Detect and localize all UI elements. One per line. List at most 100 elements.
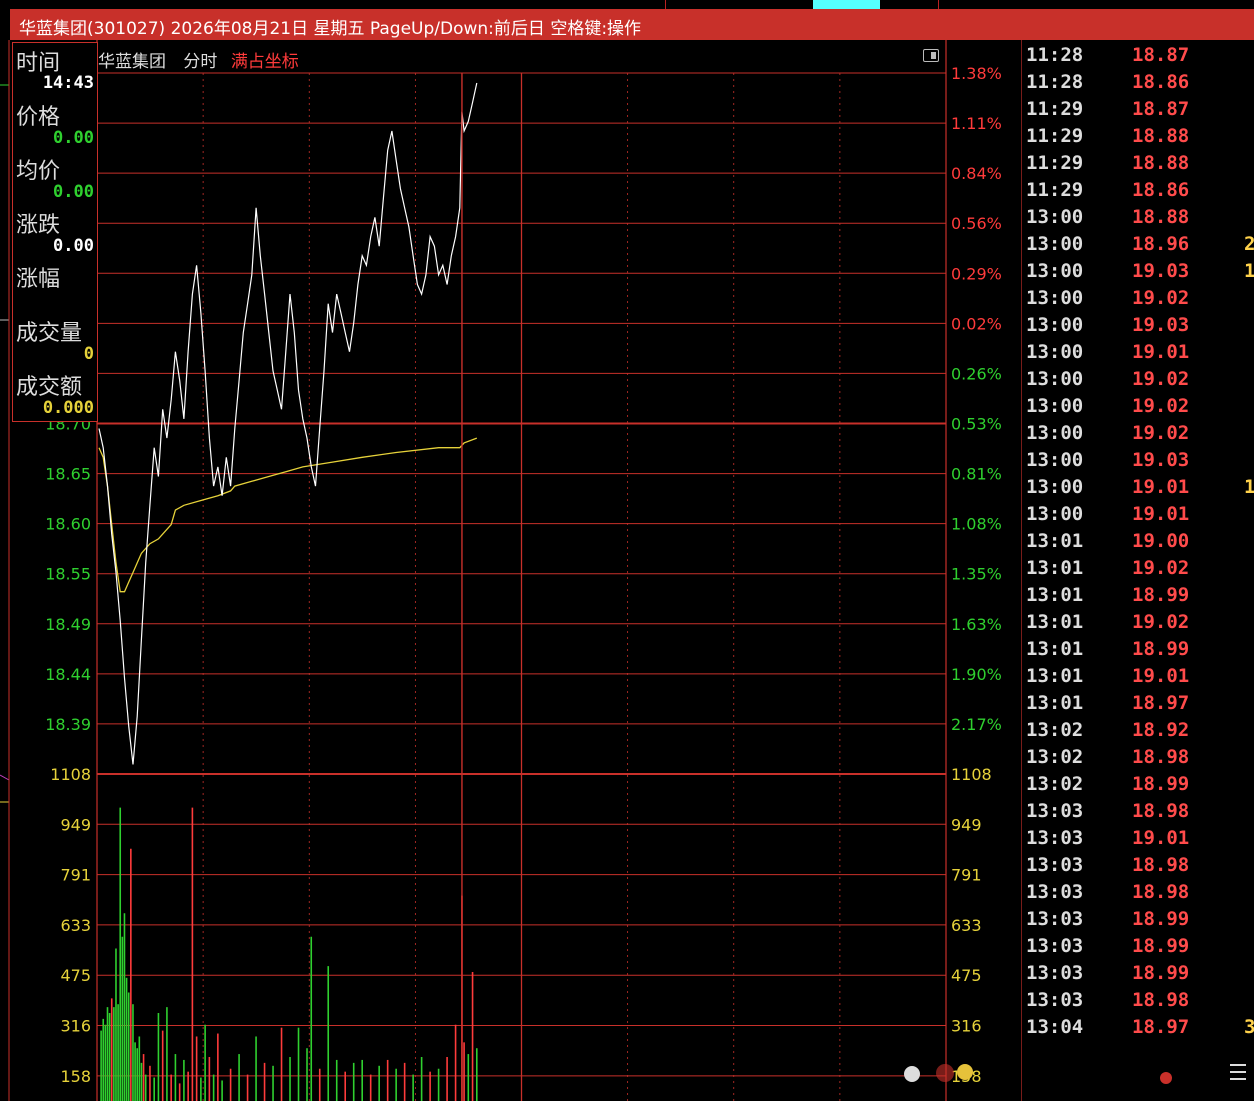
tick-price: 18.98 — [1132, 800, 1190, 822]
volume-tick-label: 949 — [951, 815, 982, 834]
tick-row: 13:03 18.98 — [1022, 798, 1254, 825]
status-icon[interactable] — [904, 1066, 920, 1082]
volume-tick-label: 475 — [951, 966, 982, 985]
volume-tick-label: 158 — [60, 1067, 91, 1086]
window-titlebar[interactable]: 华蓝集团(301027) 2026年08月21日 星期五 PageUp/Down… — [10, 9, 1254, 40]
coin-icon[interactable] — [957, 1064, 973, 1080]
tick-row: 13:00 19.01 — [1022, 501, 1254, 528]
tick-row: 13:02 18.98 — [1022, 744, 1254, 771]
tick-time: 13:03 — [1026, 989, 1084, 1011]
tick-row: 11:28 18.86 — [1022, 69, 1254, 96]
tick-time: 13:03 — [1026, 908, 1084, 930]
tick-volume: 1 — [1244, 260, 1254, 282]
pct-tick-label: 1.35% — [951, 565, 1002, 584]
tick-price: 19.03 — [1132, 260, 1190, 282]
tick-time: 13:01 — [1026, 611, 1084, 633]
menu-icon[interactable] — [1230, 1064, 1246, 1066]
tick-time: 13:00 — [1026, 287, 1084, 309]
price-tick-label: 18.60 — [45, 515, 91, 534]
tick-row: 13:03 18.98 — [1022, 987, 1254, 1014]
volume-tick-label: 633 — [951, 916, 982, 935]
tick-price: 19.03 — [1132, 314, 1190, 336]
tick-price: 18.99 — [1132, 638, 1190, 660]
menu-icon[interactable] — [1230, 1078, 1246, 1080]
tick-row: 11:29 18.87 — [1022, 96, 1254, 123]
tick-time: 13:02 — [1026, 746, 1084, 768]
tick-time: 11:28 — [1026, 71, 1084, 93]
tick-row: 13:00 18.88 — [1022, 204, 1254, 231]
tick-price: 19.00 — [1132, 530, 1190, 552]
tick-row: 13:00 19.02 — [1022, 285, 1254, 312]
tick-time: 13:01 — [1026, 530, 1084, 552]
tick-time: 13:00 — [1026, 395, 1084, 417]
pct-tick-label: 0.29% — [951, 264, 1002, 283]
tick-time: 13:00 — [1026, 341, 1084, 363]
tick-time: 13:00 — [1026, 314, 1084, 336]
tick-row: 13:01 18.99 — [1022, 582, 1254, 609]
chart-header: 华蓝集团 分时 满占坐标 — [98, 47, 299, 72]
tick-volume: 3 — [1244, 1016, 1254, 1038]
cursor-info-panel: 时间 14:43 价格 0.00 均价 0.00 涨跌 0.00 涨幅 成交量 … — [12, 42, 98, 422]
tick-price: 19.01 — [1132, 827, 1190, 849]
tick-volume: 2 — [1244, 233, 1254, 255]
tick-price: 18.98 — [1132, 989, 1190, 1011]
tick-row: 13:01 19.00 — [1022, 528, 1254, 555]
chart-grid — [96, 40, 1022, 1101]
tick-time: 13:03 — [1026, 827, 1084, 849]
tick-row: 13:00 19.02 — [1022, 366, 1254, 393]
pct-tick-label: 2.17% — [951, 715, 1002, 734]
tick-price: 18.98 — [1132, 854, 1190, 876]
tick-row: 13:00 19.02 — [1022, 393, 1254, 420]
tick-time: 11:29 — [1026, 179, 1084, 201]
tick-row: 11:29 18.88 — [1022, 123, 1254, 150]
time-value: 14:43 — [42, 73, 94, 93]
strip-divider — [938, 0, 939, 9]
active-indicator[interactable] — [813, 0, 880, 9]
coord-mode-label[interactable]: 满占坐标 — [231, 52, 299, 72]
price-tick-label: 18.39 — [45, 715, 91, 734]
tick-row: 13:01 19.01 — [1022, 663, 1254, 690]
tick-time: 13:01 — [1026, 557, 1084, 579]
tick-row: 11:29 18.86 — [1022, 177, 1254, 204]
pct-tick-label: 1.08% — [951, 515, 1002, 534]
intraday-chart[interactable]: 18.7018.6518.6018.5518.4918.4418.3911089… — [0, 40, 1022, 1101]
volume-tick-label: 316 — [60, 1017, 91, 1036]
menu-icon[interactable] — [1230, 1071, 1246, 1073]
tick-row: 13:01 19.02 — [1022, 609, 1254, 636]
tick-price: 19.01 — [1132, 341, 1190, 363]
pct-tick-label: 0.02% — [951, 314, 1002, 333]
tick-list[interactable]: 11:28 18.87 11:28 18.86 11:29 18.87 11:29 18.88… — [1022, 42, 1254, 1042]
tick-row: 13:01 18.97 — [1022, 690, 1254, 717]
alert-icon[interactable] — [1160, 1072, 1172, 1084]
pct-label: 涨幅 — [16, 267, 61, 292]
view-mode-tab[interactable]: 分时 — [183, 52, 217, 72]
bottom-toolbar — [904, 1064, 1246, 1084]
status-icon[interactable] — [936, 1064, 954, 1082]
pct-tick-label: 1.11% — [951, 114, 1002, 133]
volume-tick-label: 475 — [60, 966, 91, 985]
tick-time: 13:01 — [1026, 638, 1084, 660]
pct-tick-label: 0.81% — [951, 465, 1002, 484]
tick-row: 13:03 18.99 — [1022, 906, 1254, 933]
window-title: 华蓝集团(301027) 2026年08月21日 星期五 PageUp/Down… — [19, 19, 642, 39]
pct-tick-label: 0.53% — [951, 415, 1002, 434]
tick-time: 13:00 — [1026, 368, 1084, 390]
volume-tick-label: 1108 — [951, 765, 992, 784]
tick-price: 19.02 — [1132, 368, 1190, 390]
tick-price: 19.02 — [1132, 611, 1190, 633]
tick-price: 18.98 — [1132, 746, 1190, 768]
tick-price: 18.99 — [1132, 935, 1190, 957]
tick-price: 19.01 — [1132, 476, 1190, 498]
pct-axis-right: 1.38% 1.11% 0.84% 0.56% 0.29% 0.02% 0.26% 0.53%… — [951, 64, 1002, 1086]
change-label: 涨跌 — [16, 213, 61, 238]
tick-price: 18.88 — [1132, 152, 1190, 174]
tick-row: 13:04 18.97 3 — [1022, 1014, 1254, 1041]
tick-time: 13:03 — [1026, 800, 1084, 822]
tick-price: 18.88 — [1132, 206, 1190, 228]
tick-row: 13:00 18.96 2 — [1022, 231, 1254, 258]
tick-time: 13:04 — [1026, 1016, 1084, 1038]
tick-row: 13:00 19.01 1 — [1022, 474, 1254, 501]
tick-row: 13:02 18.92 — [1022, 717, 1254, 744]
maximize-icon[interactable] — [923, 49, 939, 62]
tick-row: 11:28 18.87 — [1022, 42, 1254, 69]
